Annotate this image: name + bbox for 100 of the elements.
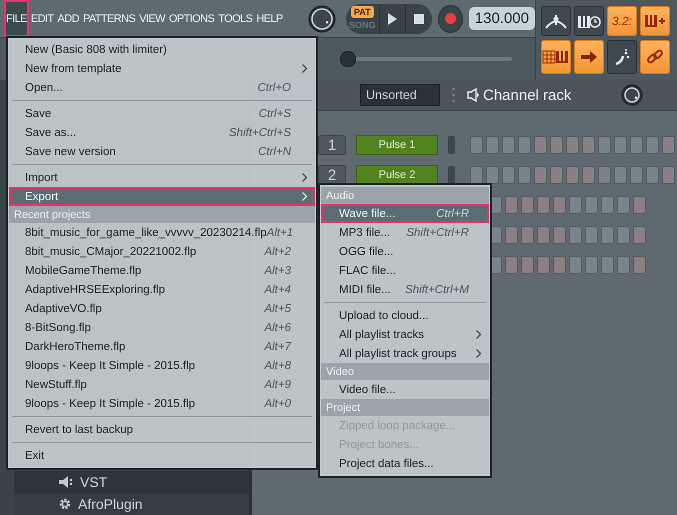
grid-keys-icon [542, 50, 570, 64]
channel-number[interactable]: 1 [318, 135, 346, 155]
tempo-display[interactable]: 130.000 [468, 7, 535, 30]
menu-item-label: New from template [25, 62, 123, 74]
swing-knob[interactable] [621, 84, 644, 106]
menu-item[interactable]: 9loops - Keep It Simple - 2015.flp Alt+0 [9, 394, 315, 413]
browser-item-label: AfroPlugin [78, 496, 143, 512]
menu-item-label: MIDI file... [339, 284, 392, 296]
menu-item[interactable]: DarkHeroTheme.flp Alt+7 [9, 337, 315, 356]
menu-item[interactable]: Revert to last backup [9, 420, 315, 439]
step-button[interactable] [470, 166, 483, 184]
menu-bar-item[interactable]: VIEW [137, 0, 167, 37]
gear-icon [58, 497, 72, 511]
menu-item-label: MP3 file... [339, 226, 392, 238]
menu-item-label: Import [25, 172, 59, 184]
menu-item[interactable]: New (Basic 808 with limiter) [9, 40, 315, 59]
menu-item[interactable]: Exit [9, 446, 315, 465]
arrow-icon [580, 50, 598, 64]
menu-item[interactable]: 9loops - Keep It Simple - 2015.flp Alt+8 [9, 356, 315, 375]
menu-bar-item[interactable]: FILE [4, 0, 29, 37]
shortcut-label: Alt+4 [264, 284, 291, 296]
metronome-icon [545, 13, 567, 29]
channel-button[interactable]: Pulse 2 [356, 165, 438, 185]
channel-selector[interactable] [448, 166, 455, 184]
slider-track[interactable] [340, 50, 512, 68]
stop-icon [414, 14, 424, 24]
menu-item-label: AdaptiveVO.flp [25, 302, 103, 314]
menu-item-label: Upload to cloud... [339, 310, 430, 322]
shortcut-label: Shift+Ctrl+M [405, 284, 469, 296]
step-button[interactable] [486, 166, 499, 184]
menu-bar-item[interactable]: HELP [254, 0, 285, 37]
menu-item[interactable]: Save new version Ctrl+N [9, 142, 315, 161]
squiggle-icon [614, 48, 630, 66]
toolbar-button[interactable] [574, 6, 604, 36]
chevron-icon [476, 330, 481, 339]
menu-item-label: Project data files... [339, 458, 435, 470]
browser-item[interactable]: AfroPlugin [14, 493, 249, 515]
menu-item[interactable]: MP3 file... Shift+Ctrl+R [321, 223, 489, 242]
chevron-icon [302, 192, 307, 201]
shortcut-label: Alt+7 [264, 340, 291, 352]
channel-number[interactable]: 2 [318, 165, 346, 185]
toolbar-button[interactable]: 3.2: [607, 6, 637, 36]
shortcut-label: Ctrl+O [257, 82, 291, 94]
menu-item[interactable]: Upload to cloud... [321, 306, 489, 325]
menu-item[interactable]: MIDI file... Shift+Ctrl+M [321, 280, 489, 299]
toolbar-button[interactable] [607, 40, 637, 74]
menu-item-label: 9loops - Keep It Simple - 2015.flp [25, 360, 196, 372]
menu-item[interactable]: Save as... Shift+Ctrl+S [9, 123, 315, 142]
menu-item-label: Save new version [25, 146, 117, 158]
shortcut-label: Alt+0 [264, 398, 291, 410]
chevron-icon [302, 64, 307, 73]
shortcut-label: Alt+9 [264, 378, 291, 390]
menu-item[interactable]: Video file... [321, 380, 489, 399]
menu-item-label: All playlist track groups [339, 348, 458, 360]
menu-item[interactable]: Wave file... Ctrl+R [321, 204, 489, 223]
menu-bar-item[interactable]: OPTIONS [166, 0, 216, 37]
menu-item-label: Export [25, 190, 60, 202]
volume-knob[interactable] [308, 4, 336, 32]
channel-selector[interactable] [448, 136, 455, 154]
menu-item[interactable]: Export [9, 187, 315, 206]
menu-item-label: Open... [25, 82, 64, 94]
menu-item[interactable]: AdaptiveHRSEExploring.flp Alt+4 [9, 280, 315, 299]
menu-item[interactable]: All playlist track groups [321, 344, 489, 363]
menu-item-label: Exit [25, 450, 46, 462]
menu-bar-item[interactable]: PATTERNS [80, 0, 138, 37]
play-icon [387, 12, 398, 24]
menu-bar-item[interactable]: EDIT [28, 0, 56, 37]
menu-item[interactable]: All playlist tracks [321, 325, 489, 344]
toolbar-button[interactable] [541, 6, 571, 36]
menu-item[interactable]: MobileGameTheme.flp Alt+3 [9, 261, 315, 280]
menu-item[interactable]: Open... Ctrl+O [9, 78, 315, 97]
menu-item[interactable]: NewStuff.flp Alt+9 [9, 375, 315, 394]
menu-item-label: All playlist tracks [339, 328, 425, 340]
shortcut-label: Shift+Ctrl+R [406, 226, 469, 238]
menu-section-header: Video [321, 363, 489, 380]
browser-item[interactable]: VST [14, 471, 249, 493]
menu-item[interactable]: New from template [9, 59, 315, 78]
filter-dropdown[interactable]: Unsorted [360, 84, 440, 106]
menu-item[interactable]: Import [9, 168, 315, 187]
menu-item[interactable]: 8bit_music_for_game_like_vvvvv_20230214.flpAlt+1 [9, 223, 315, 242]
channel-button[interactable]: Pulse 1 [356, 135, 438, 155]
shortcut-label: Ctrl+N [258, 146, 291, 158]
menu-item-label: Save as... [25, 126, 78, 138]
menu-item[interactable]: 8bit_music_CMajor_20221002.flp Alt+2 [9, 242, 315, 261]
menu-item-label: OGG file... [339, 246, 394, 258]
menu-item-label: 8bit_music_CMajor_20221002.flp [25, 246, 198, 258]
menu-item[interactable]: AdaptiveVO.flp Alt+5 [9, 299, 315, 318]
menu-section-header: Project [321, 399, 489, 416]
menu-item[interactable]: 8-BitSong.flp Alt+6 [9, 318, 315, 337]
shortcut-label: Alt+8 [264, 360, 291, 372]
menu-item[interactable]: Project data files... [321, 454, 489, 473]
menu-item[interactable]: OGG file... [321, 242, 489, 261]
toolbar-button[interactable] [574, 40, 604, 74]
menu-bar-item[interactable]: ADD [56, 0, 81, 37]
chevron-icon [476, 349, 481, 358]
mode-toggle[interactable]: PAT [350, 6, 374, 18]
menu-item-label: 8-BitSong.flp [25, 322, 92, 334]
menu-item[interactable]: FLAC file... [321, 261, 489, 280]
menu-bar-item[interactable]: TOOLS [216, 0, 254, 37]
menu-item[interactable]: Save Ctrl+S [9, 104, 315, 123]
